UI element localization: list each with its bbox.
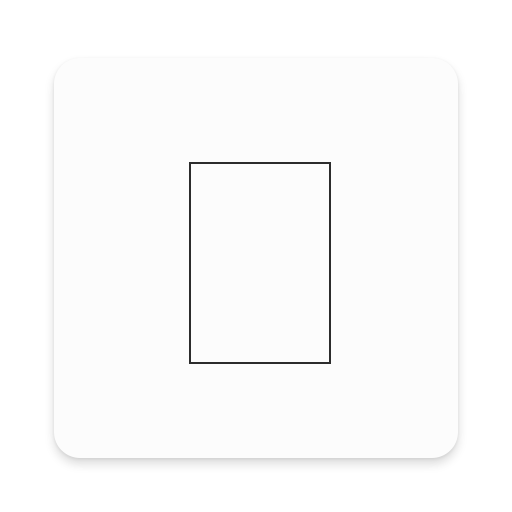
app-icon-canvas [0,0,512,512]
rectangle-outline-icon [189,162,331,364]
